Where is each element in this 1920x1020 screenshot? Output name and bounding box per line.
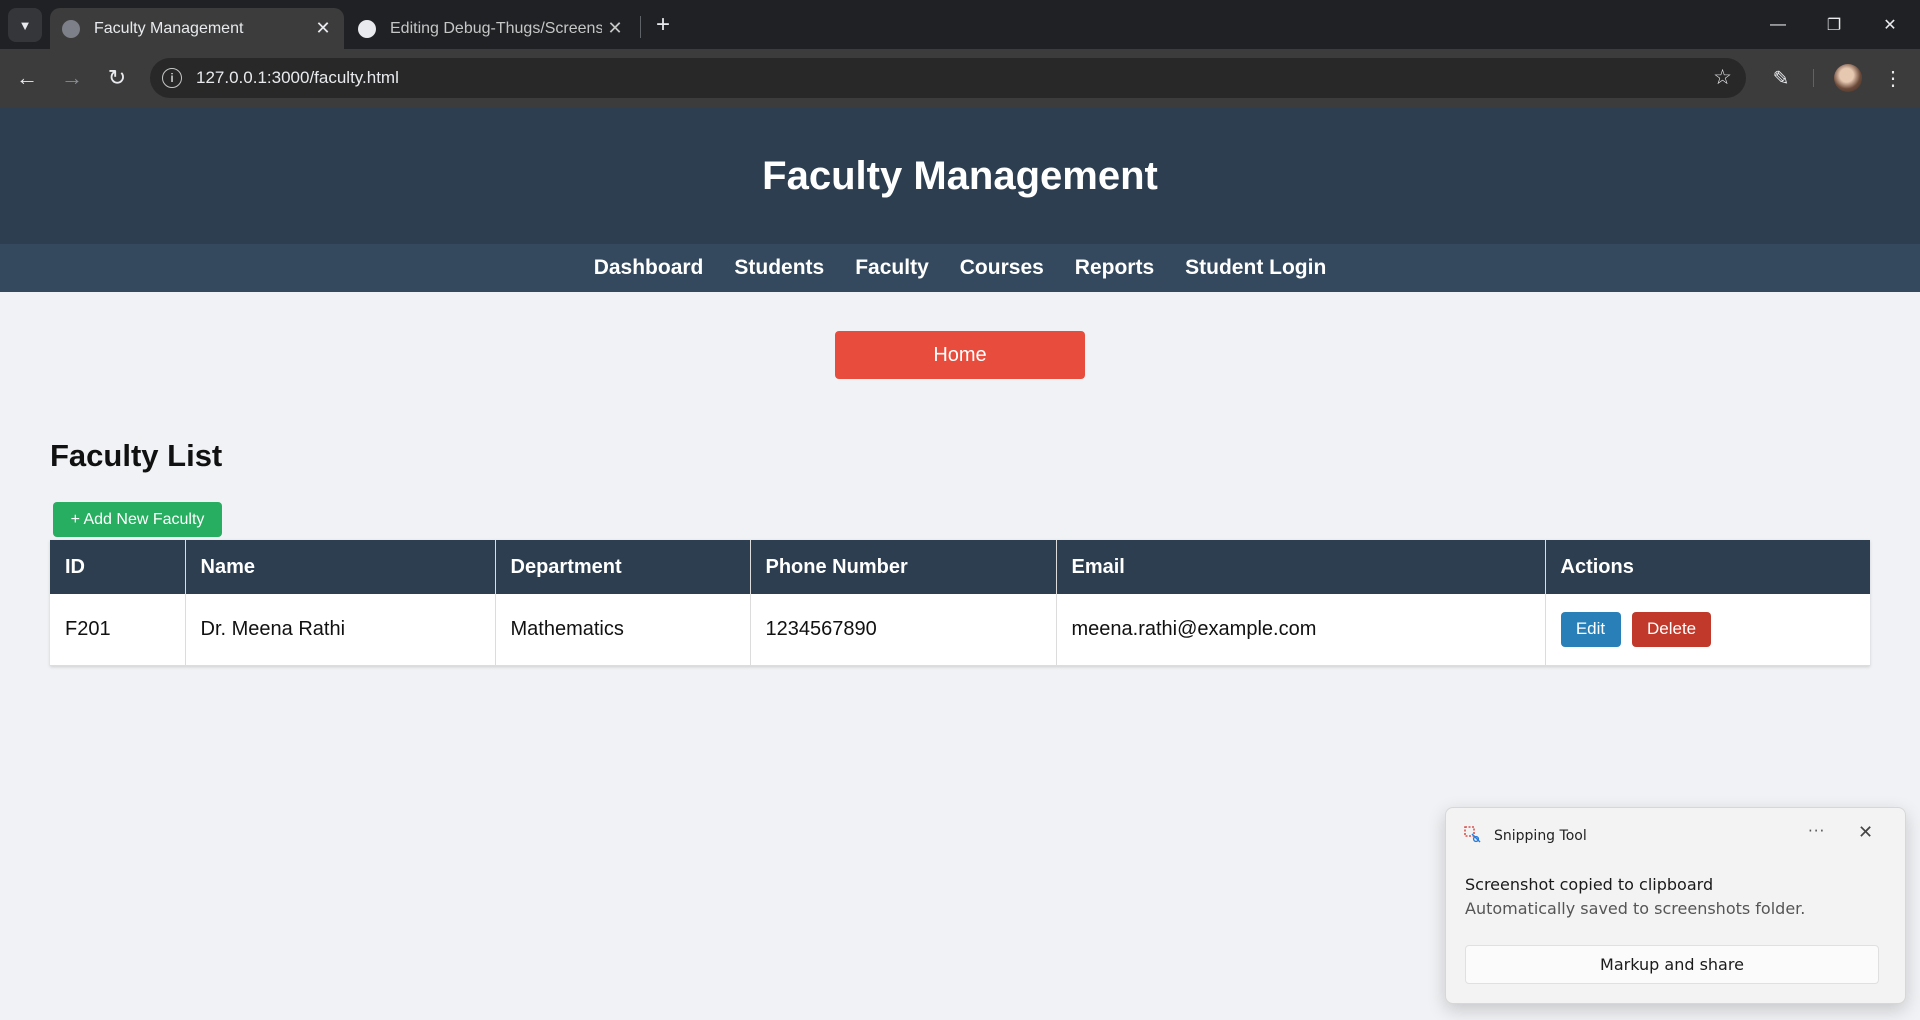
section-title: Faculty List [50,438,223,473]
snipping-tool-notification: Snipping Tool ··· ✕ Screenshot copied to… [1445,807,1906,1004]
avatar[interactable] [1834,64,1862,92]
nav-link-students[interactable]: Students [734,256,824,280]
close-icon[interactable]: ✕ [602,16,628,42]
close-icon[interactable]: ✕ [310,16,336,42]
forward-button[interactable]: → [55,61,89,95]
cell-department: Mathematics [495,594,751,666]
tab-title: Faculty Management [94,19,244,37]
plus-icon: + [655,11,670,38]
cell-name: Dr. Meena Rathi [185,594,496,666]
arrow-left-icon: ← [16,65,38,90]
toolbar-separator [1813,69,1814,87]
reload-button[interactable]: ↻ [100,61,134,95]
page-title: Faculty Management [762,153,1158,198]
column-header-phone: Phone Number [750,540,1057,594]
main-nav: Dashboard Students Faculty Courses Repor… [0,244,1920,292]
nav-link-dashboard[interactable]: Dashboard [594,256,704,280]
arrow-right-icon: → [61,65,83,90]
markup-and-share-button[interactable]: Markup and share [1465,945,1879,984]
tab-editing-github[interactable]: Editing Debug-Thugs/Screensho ✕ [346,8,636,49]
back-button[interactable]: ← [10,61,44,95]
reload-icon: ↻ [107,65,127,90]
close-icon: ✕ [1883,16,1897,34]
faculty-table: ID Name Department Phone Number Email Ac… [50,540,1870,666]
cell-actions: Edit Delete [1545,594,1870,666]
tab-search-button[interactable]: ▼ [8,8,42,42]
column-header-email: Email [1056,540,1546,594]
notification-title: Screenshot copied to clipboard [1465,875,1714,894]
browser-menu-button[interactable]: ⋮ [1876,61,1910,95]
tab-separator [640,16,641,38]
more-vertical-icon: ⋮ [1883,67,1903,90]
more-options-icon[interactable]: ··· [1808,822,1825,840]
column-header-department: Department [495,540,751,594]
tab-title: Editing Debug-Thugs/Screensho [390,19,602,37]
restore-button[interactable]: ❐ [1806,0,1862,49]
nav-link-reports[interactable]: Reports [1075,256,1154,280]
cell-id: F201 [50,594,186,666]
new-tab-button[interactable]: + [648,10,678,40]
tab-faculty-management[interactable]: Faculty Management ✕ [50,8,344,49]
delete-button[interactable]: Delete [1632,611,1712,647]
notification-body: Automatically saved to screenshots folde… [1465,899,1806,918]
bookmark-star-icon[interactable]: ☆ [1713,65,1732,90]
chevron-down-icon: ▼ [18,17,32,33]
browser-toolbar: ← → ↻ i 127.0.0.1:3000/faculty.html ☆ ✎ … [0,49,1920,108]
home-button[interactable]: Home [835,331,1085,379]
github-icon [358,19,376,38]
nav-link-student-login[interactable]: Student Login [1185,256,1326,280]
table-header-row: ID Name Department Phone Number Email Ac… [50,540,1870,594]
column-header-actions: Actions [1545,540,1870,594]
cell-phone: 1234567890 [750,594,1057,666]
window-close-button[interactable]: ✕ [1862,0,1918,49]
globe-icon [62,19,80,38]
column-header-name: Name [185,540,496,594]
minimize-icon: — [1770,15,1786,33]
edit-button[interactable]: Edit [1560,611,1621,647]
address-bar[interactable]: i 127.0.0.1:3000/faculty.html ☆ [150,58,1746,98]
site-header: Faculty Management [0,108,1920,244]
column-header-id: ID [50,540,186,594]
add-faculty-button[interactable]: + Add New Faculty [53,502,222,537]
url-text: 127.0.0.1:3000/faculty.html [196,68,399,87]
minimize-button[interactable]: — [1750,0,1806,49]
close-icon[interactable]: ✕ [1858,822,1873,843]
browser-tab-bar: ▼ Faculty Management ✕ Editing Debug-Thu… [0,0,1920,49]
notification-app-name: Snipping Tool [1494,828,1587,844]
nav-link-faculty[interactable]: Faculty [855,256,929,280]
puzzle-icon: ✎ [1772,67,1790,90]
restore-icon: ❐ [1826,16,1842,34]
extensions-button[interactable]: ✎ [1764,61,1798,95]
nav-link-courses[interactable]: Courses [960,256,1044,280]
snipping-tool-icon [1464,826,1481,843]
table-row: F201 Dr. Meena Rathi Mathematics 1234567… [50,594,1870,666]
cell-email: meena.rathi@example.com [1056,594,1546,666]
site-info-icon[interactable]: i [162,68,182,88]
